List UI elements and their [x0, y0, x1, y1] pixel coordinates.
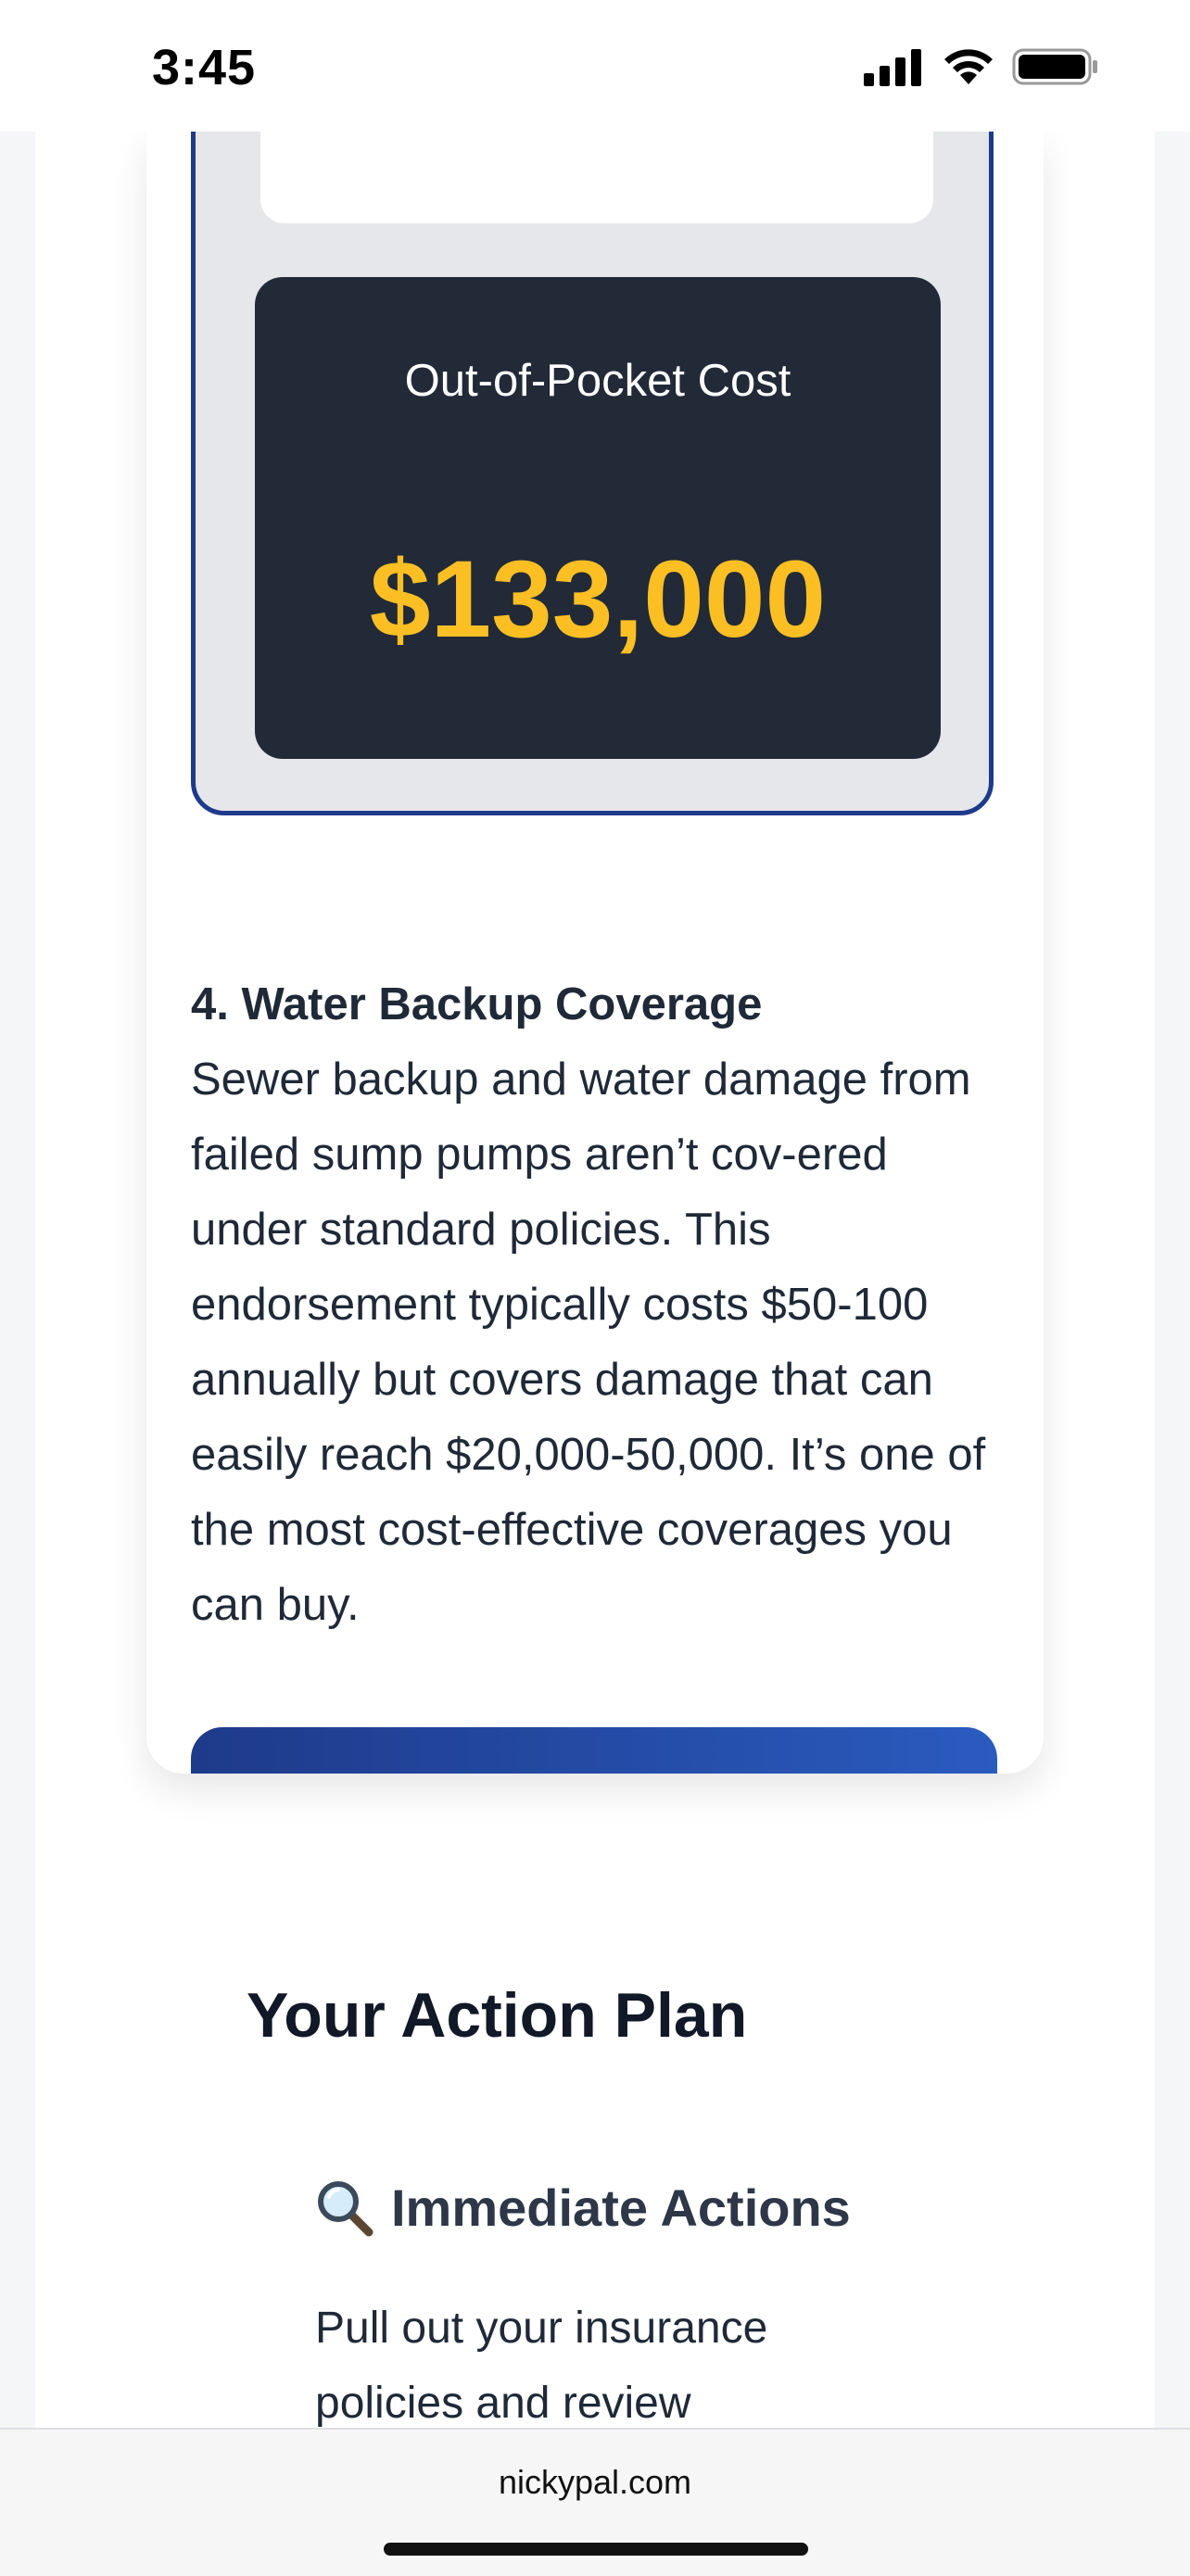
water-backup-section: 4. Water Backup Coverage Sewer backup an…	[191, 967, 997, 1643]
scenario-box: , , Out-of-Pocket Cost $133,000	[191, 132, 994, 815]
battery-icon	[1012, 48, 1097, 85]
section-heading: 4. Water Backup Coverage	[191, 979, 763, 1029]
magnifying-glass-icon	[318, 2180, 373, 2236]
cost-value: $133,000	[369, 538, 827, 661]
status-icons	[864, 46, 1099, 87]
scenario-detail-panel: , ,	[260, 132, 933, 223]
immediate-actions-text: Pull out your insurance policies and rev…	[315, 2304, 768, 2428]
status-bar: 3:45	[0, 0, 1190, 132]
cost-label: Out-of-Pocket Cost	[404, 356, 791, 406]
immediate-actions-heading: Immediate Actions	[315, 2178, 851, 2238]
status-time: 3:45	[152, 40, 257, 95]
cta-banner[interactable]	[191, 1727, 997, 1774]
wifi-icon	[944, 49, 993, 84]
immediate-actions-label: Immediate Actions	[391, 2178, 851, 2237]
action-plan-title: Your Action Plan	[247, 1980, 748, 2051]
url-label[interactable]: nickypal.com	[0, 2463, 1190, 2502]
article-card: , , Out-of-Pocket Cost $133,000 4. Water…	[146, 132, 1044, 1774]
cellular-signal-icon	[864, 49, 921, 86]
out-of-pocket-cost-box: Out-of-Pocket Cost $133,000	[255, 277, 941, 759]
section-body: Sewer backup and water damage from faile…	[191, 1054, 986, 1630]
browser-bottom-bar: nickypal.com	[0, 2428, 1190, 2576]
home-indicator[interactable]	[384, 2543, 808, 2556]
